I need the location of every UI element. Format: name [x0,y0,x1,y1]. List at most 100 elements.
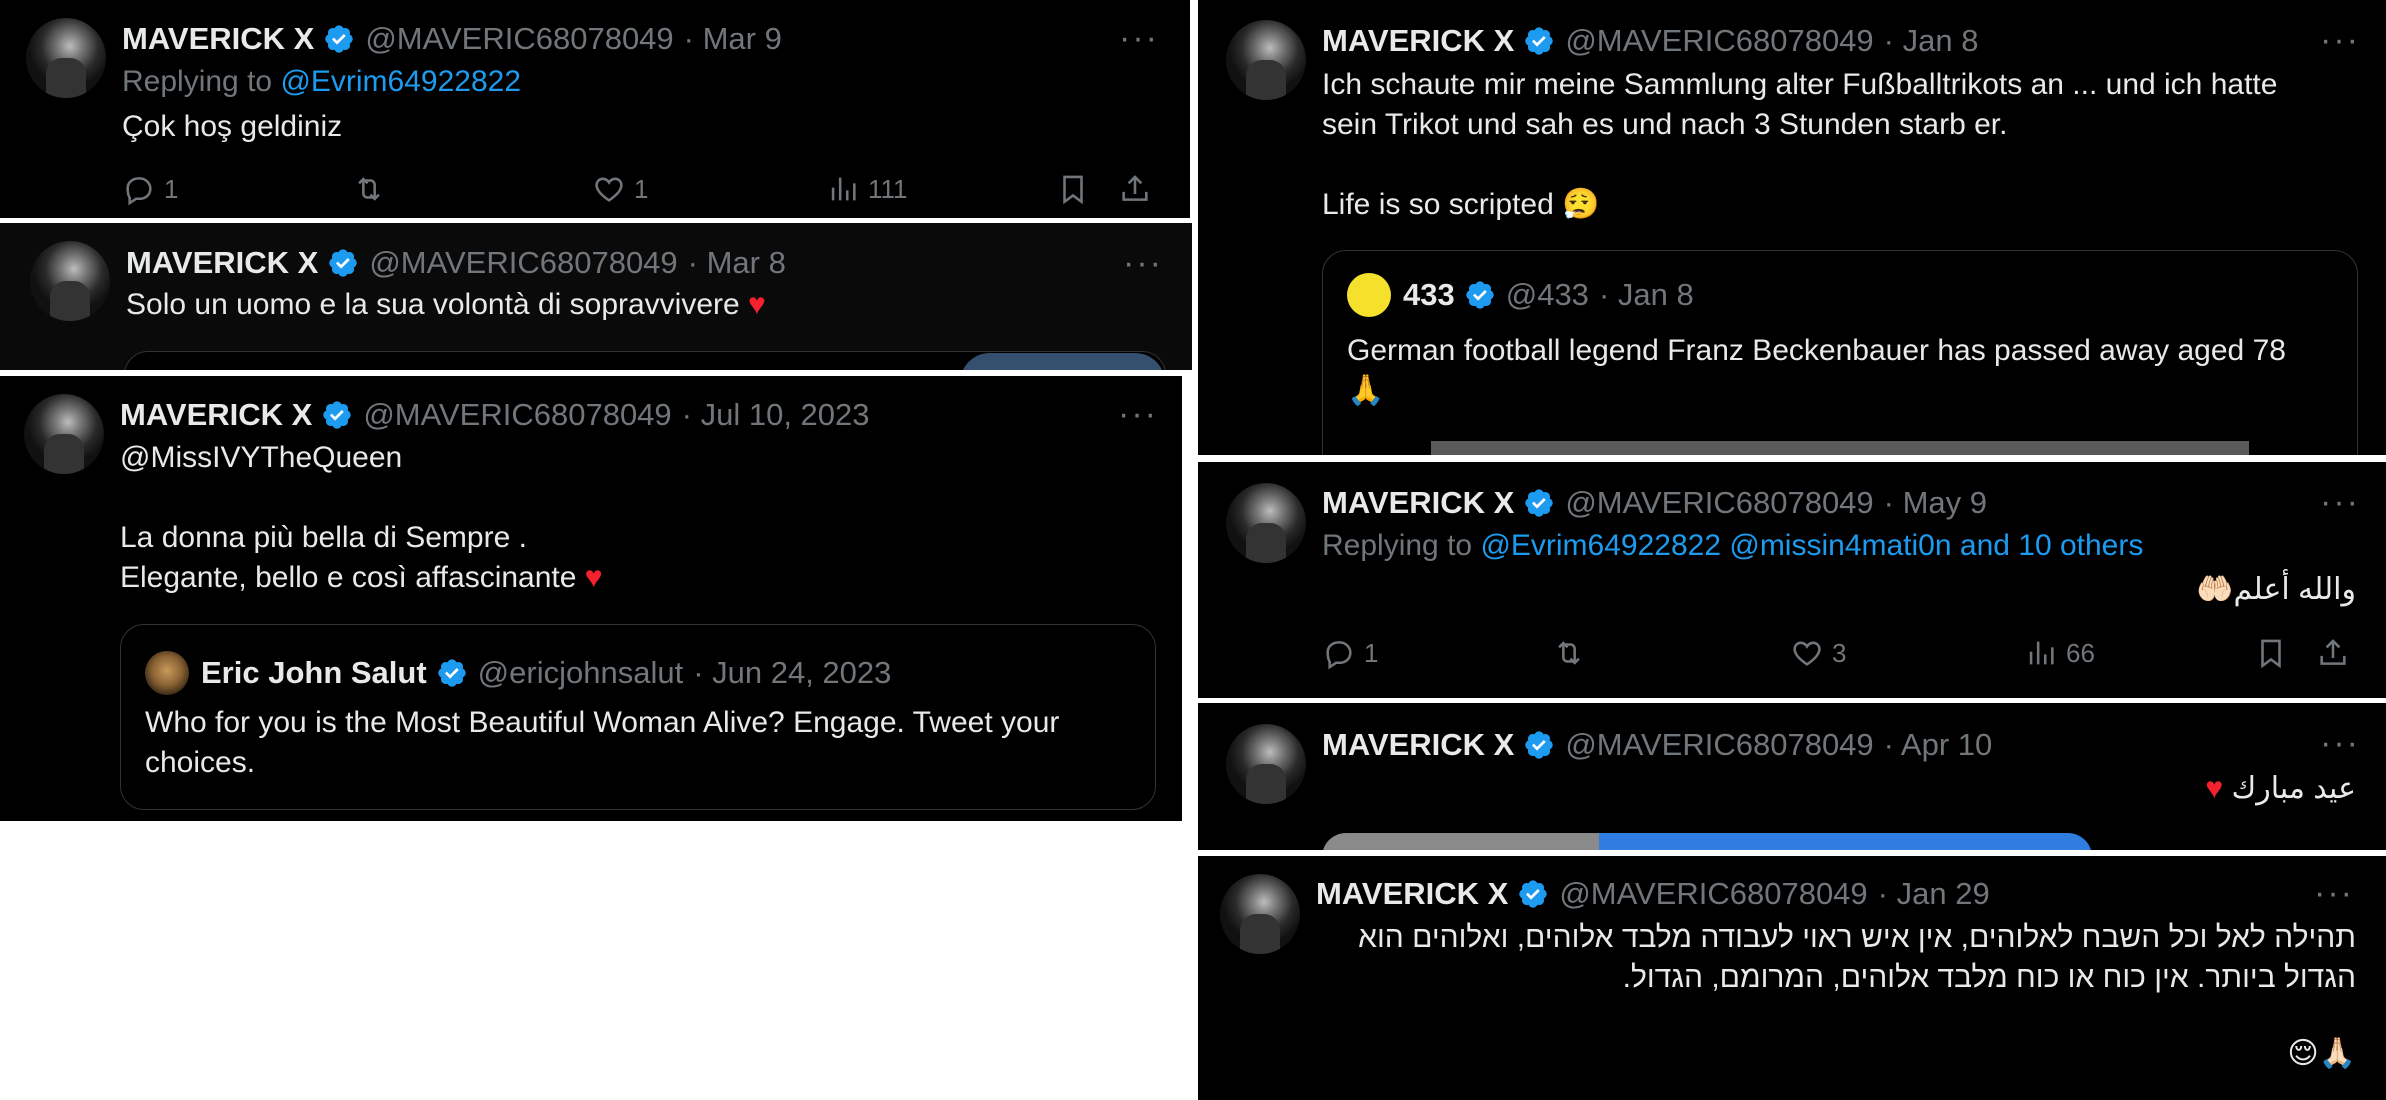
share-icon [1118,172,1152,206]
tweet-card-3[interactable]: MAVERICK X @MAVERIC68078049 · Jul 10, 20… [0,376,1182,821]
author-name[interactable]: MAVERICK X [1322,485,1514,521]
heart-emoji: ♥ [748,288,766,321]
replying-to: Replying to @Evrim64922822 [122,62,521,102]
like-count: 3 [1832,637,1847,668]
tweet-card-2[interactable]: MAVERICK X @MAVERIC68078049 · Mar 8 ··· … [0,223,1192,370]
author-handle[interactable]: @MAVERIC68078049 [365,21,673,57]
repost-icon [1552,636,1586,670]
author-handle[interactable]: @MAVERIC68078049 [1565,485,1873,521]
quoted-tweet[interactable]: 433 @433 · Jan 8 German football legend … [1322,250,2358,455]
author-name[interactable]: MAVERICK X [1316,876,1508,912]
quoted-author-name[interactable]: 433 [1403,277,1455,313]
more-icon[interactable]: ··· [1123,246,1163,280]
quoted-author-handle[interactable]: @433 [1506,277,1589,313]
quoted-media-preview[interactable] [1431,441,2249,455]
avatar[interactable] [1226,483,1306,563]
like-button[interactable]: 1 [592,172,648,206]
views-button[interactable]: 111 [826,172,908,206]
tweet-text-body: Life is so scripted [1322,188,1554,221]
share-button[interactable] [2316,636,2358,670]
heart-emoji: ♥ [2205,772,2224,805]
reply-mention-link[interactable]: @Evrim64922822 [280,65,521,98]
repost-button[interactable] [1552,636,1594,670]
tweet-text-line: Elegante, bello e così affascinante ♥ [120,558,603,598]
tweet-text: Ich schaute mir meine Sammlung alter Fuß… [1322,68,2286,141]
author-name[interactable]: MAVERICK X [1322,23,1514,59]
tweet-card-4[interactable]: MAVERICK X @MAVERIC68078049 · Jan 8 ··· … [1198,0,2386,455]
quoted-tweet-date[interactable]: · Jan 8 [1599,277,1694,313]
reply-button[interactable]: 1 [1322,636,1378,670]
avatar[interactable] [26,18,106,98]
tweet-date[interactable]: · Jul 10, 2023 [682,397,870,433]
like-button[interactable]: 3 [1790,636,1846,670]
more-icon[interactable]: ··· [1118,397,1158,431]
tweet-date[interactable]: · Mar 9 [684,21,782,57]
pray-emoji: 🙏 [1347,374,1385,407]
tweet-text: תהילה לאל וכל השבח לאלוהים, אין איש ראוי… [1349,921,2356,994]
tweet-date[interactable]: · Mar 8 [688,245,786,281]
quoted-avatar-433[interactable] [1347,273,1391,317]
avatar[interactable] [1220,874,1300,954]
avatar[interactable] [1226,724,1306,804]
author-handle[interactable]: @MAVERIC68078049 [369,245,677,281]
author-handle[interactable]: @MAVERIC68078049 [1559,876,1867,912]
verified-badge-icon [1523,25,1555,57]
verified-badge-icon [436,657,468,689]
replying-to: Replying to @Evrim64922822 @missin4mati0… [1322,526,2143,566]
media-preview[interactable] [1322,833,2092,850]
reply-count: 1 [1364,637,1379,668]
share-button[interactable] [1118,172,1160,206]
like-icon [592,172,626,206]
tweet-card-6[interactable]: MAVERICK X @MAVERIC68078049 · Apr 10 ···… [1198,703,2386,850]
views-button[interactable]: 66 [2024,636,2095,670]
quoted-tweet-date[interactable]: · Jun 24, 2023 [693,655,891,691]
tweet-text: Çok hoş geldiniz [122,110,343,143]
avatar[interactable] [30,241,110,321]
bookmark-button[interactable] [2254,636,2296,670]
author-handle[interactable]: @MAVERIC68078049 [1565,727,1873,763]
tweet-date[interactable]: · May 9 [1884,485,1987,521]
action-bar: 1 1 111 [122,172,1162,212]
media-preview[interactable] [960,353,1165,370]
author-name[interactable]: MAVERICK X [122,21,314,57]
tweet-card-5[interactable]: MAVERICK X @MAVERIC68078049 · May 9 ··· … [1198,462,2386,698]
bookmark-button[interactable] [1056,172,1098,206]
tweet-card-1[interactable]: MAVERICK X @MAVERIC68078049 · Mar 9 ··· … [0,0,1190,218]
bookmark-icon [2254,636,2288,670]
more-icon[interactable]: ··· [2314,876,2354,910]
reply-button[interactable]: 1 [122,172,178,206]
repost-button[interactable] [352,172,394,206]
replying-to-label: Replying to [122,65,281,98]
avatar[interactable] [24,394,104,474]
repost-icon [352,172,386,206]
author-handle[interactable]: @MAVERIC68078049 [363,397,671,433]
tweet-date[interactable]: · Jan 8 [1884,23,1979,59]
views-count: 66 [2066,637,2095,668]
quoted-author-handle[interactable]: @ericjohnsalut [478,655,684,691]
reply-icon [122,172,156,206]
author-name[interactable]: MAVERICK X [1322,727,1514,763]
avatar[interactable] [1226,20,1306,100]
verified-badge-icon [323,23,355,55]
more-icon[interactable]: ··· [2320,23,2360,57]
views-count: 111 [868,173,908,204]
bookmark-icon [1056,172,1090,206]
quoted-tweet-text-body: German football legend Franz Beckenbauer… [1347,334,2286,367]
quoted-avatar[interactable] [145,651,189,695]
more-icon[interactable]: ··· [2320,726,2360,760]
mention-link[interactable]: @MissIVYTheQueen [120,438,402,478]
more-icon[interactable]: ··· [1119,21,1159,55]
verified-badge-icon [1523,729,1555,761]
author-name[interactable]: MAVERICK X [120,397,312,433]
reply-mention-links[interactable]: @Evrim64922822 @missin4mati0n and 10 oth… [1480,529,2143,562]
author-name[interactable]: MAVERICK X [126,245,318,281]
tweet-date[interactable]: · Jan 29 [1878,876,1990,912]
verified-badge-icon [1523,487,1555,519]
tweet-card-7[interactable]: MAVERICK X @MAVERIC68078049 · Jan 29 ···… [1198,856,2386,1100]
quoted-tweet[interactable]: Eric John Salut @ericjohnsalut · Jun 24,… [120,624,1156,810]
quoted-tweet-text: German football legend Franz Beckenbauer… [1347,331,2327,411]
more-icon[interactable]: ··· [2320,485,2360,519]
quoted-author-name[interactable]: Eric John Salut [201,655,427,691]
author-handle[interactable]: @MAVERIC68078049 [1565,23,1873,59]
tweet-date[interactable]: · Apr 10 [1884,727,1993,763]
